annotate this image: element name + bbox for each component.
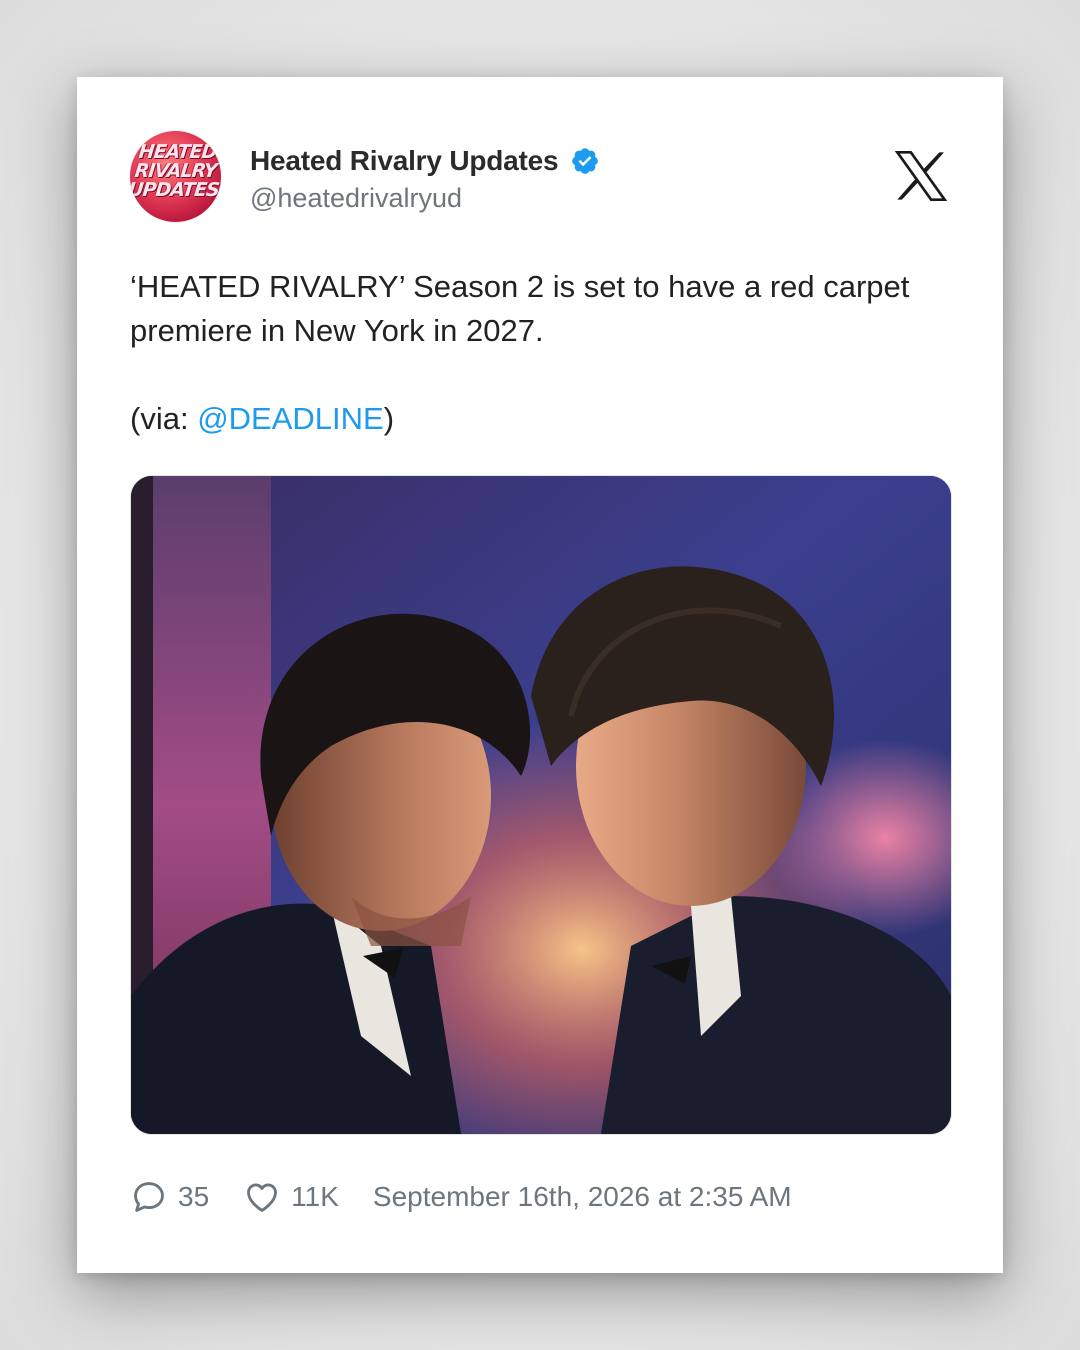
heart-icon [247, 1183, 278, 1212]
like-count: 11K [291, 1181, 339, 1212]
mention-link[interactable]: @DEADLINE [197, 401, 384, 436]
tweet-image[interactable] [130, 475, 952, 1135]
photo-illustration [131, 476, 951, 1134]
tweet-footer: 35 11K September 16th, 2026 at 2:35 AM [130, 1177, 792, 1217]
like-button[interactable]: 11K [243, 1178, 339, 1216]
tweet-card: HEATED RIVALRY UPDATES Heated Rivalry Up… [77, 77, 1003, 1273]
x-logo-icon[interactable] [892, 145, 950, 207]
tweet-text: ‘HEATED RIVALRY’ Season 2 is set to have… [130, 265, 950, 441]
reply-button[interactable]: 35 [130, 1178, 209, 1216]
author-display-name[interactable]: Heated Rivalry Updates [250, 145, 559, 177]
avatar-logo-text: HEATED RIVALRY UPDATES [130, 141, 221, 201]
via-suffix: ) [383, 401, 395, 436]
reply-icon [134, 1182, 164, 1212]
tweet-timestamp[interactable]: September 16th, 2026 at 2:35 AM [373, 1181, 792, 1213]
author-name-row: Heated Rivalry Updates [250, 143, 600, 179]
tweet-source-line: (via: @DEADLINE) [130, 397, 950, 441]
avatar[interactable]: HEATED RIVALRY UPDATES [130, 131, 221, 222]
author-handle[interactable]: @heatedrivalryud [250, 183, 462, 214]
tweet-body: ‘HEATED RIVALRY’ Season 2 is set to have… [130, 269, 910, 348]
via-prefix: (via: [130, 401, 198, 436]
reply-count: 35 [178, 1181, 210, 1212]
verified-badge-icon [572, 148, 599, 174]
